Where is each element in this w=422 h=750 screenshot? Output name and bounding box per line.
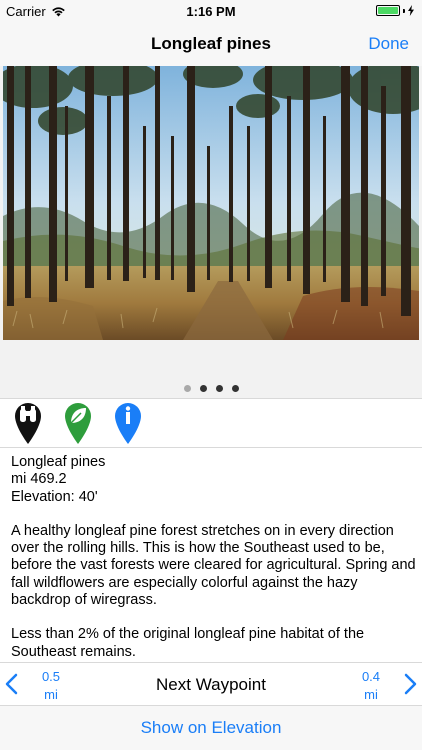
navigation-bar: Longleaf pines Done [0, 22, 422, 66]
category-icons [0, 399, 422, 447]
info-icon [115, 403, 141, 444]
forest-photo [3, 66, 419, 340]
elevation-toolbar: Show on Elevation [0, 705, 422, 750]
page-dot[interactable] [231, 385, 239, 392]
next-distance-unit: mi [364, 687, 378, 702]
leaf-icon [65, 403, 91, 444]
page-indicator[interactable] [0, 385, 422, 392]
photo-carousel[interactable] [0, 66, 422, 398]
waypoint-details: Longleaf pines mi 469.2 Elevation: 40' A… [11, 454, 416, 661]
description-paragraph: A healthy longleaf pine forest stretches… [11, 522, 416, 609]
battery-indicator [376, 5, 414, 16]
next-distance-value: 0.4 [361, 669, 381, 684]
chevron-right-icon[interactable] [404, 673, 418, 695]
status-time: 1:16 PM [186, 4, 236, 19]
show-on-elevation-button[interactable]: Show on Elevation [0, 718, 422, 738]
binoculars-icon [15, 403, 41, 444]
description-paragraph: Less than 2% of the original longleaf pi… [11, 626, 365, 660]
waypoint-mile: mi 469.2 [11, 471, 67, 488]
charging-bolt-icon [408, 5, 414, 16]
waypoint-name: Longleaf pines [11, 454, 106, 470]
battery-icon [376, 5, 400, 16]
page-title: Longleaf pines [151, 34, 271, 53]
next-waypoint-distance[interactable]: 0.4 mi [356, 668, 386, 704]
waypoint-elevation: Elevation: 40' [11, 488, 98, 505]
divider [0, 447, 422, 448]
page-dot[interactable] [215, 385, 223, 392]
page-dot[interactable] [199, 385, 207, 392]
waypoint-navigation-bar: 0.5 mi Next Waypoint 0.4 mi [0, 662, 422, 705]
page-dot[interactable] [183, 385, 191, 392]
status-bar: Carrier 1:16 PM [0, 0, 422, 22]
done-button[interactable]: Done [368, 34, 409, 54]
